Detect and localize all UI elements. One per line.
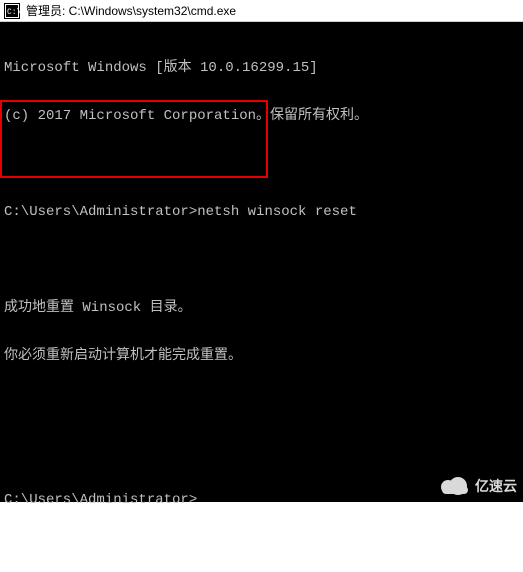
svg-text:C:\: C:\ <box>7 8 20 17</box>
output-line <box>4 396 519 412</box>
watermark: 亿速云 <box>439 476 517 496</box>
output-line <box>4 444 519 460</box>
terminal-area[interactable]: Microsoft Windows [版本 10.0.16299.15] (c)… <box>0 22 523 502</box>
output-line <box>4 156 519 172</box>
output-line: Microsoft Windows [版本 10.0.16299.15] <box>4 60 519 76</box>
cursor <box>197 494 205 508</box>
output-line: (c) 2017 Microsoft Corporation。保留所有权利。 <box>4 108 519 124</box>
output-restart-notice: 你必须重新启动计算机才能完成重置。 <box>4 348 519 364</box>
cloud-icon <box>439 476 471 496</box>
window-title: 管理员: C:\Windows\system32\cmd.exe <box>26 2 236 19</box>
window-titlebar[interactable]: C:\ 管理员: C:\Windows\system32\cmd.exe <box>0 0 523 22</box>
cmd-window: C:\ 管理员: C:\Windows\system32\cmd.exe Mic… <box>0 0 523 502</box>
output-success: 成功地重置 Winsock 目录。 <box>4 300 519 316</box>
watermark-text: 亿速云 <box>475 476 517 496</box>
output-line <box>4 252 519 268</box>
prompt-with-command: C:\Users\Administrator>netsh winsock res… <box>4 204 519 220</box>
cmd-icon: C:\ <box>4 3 20 19</box>
